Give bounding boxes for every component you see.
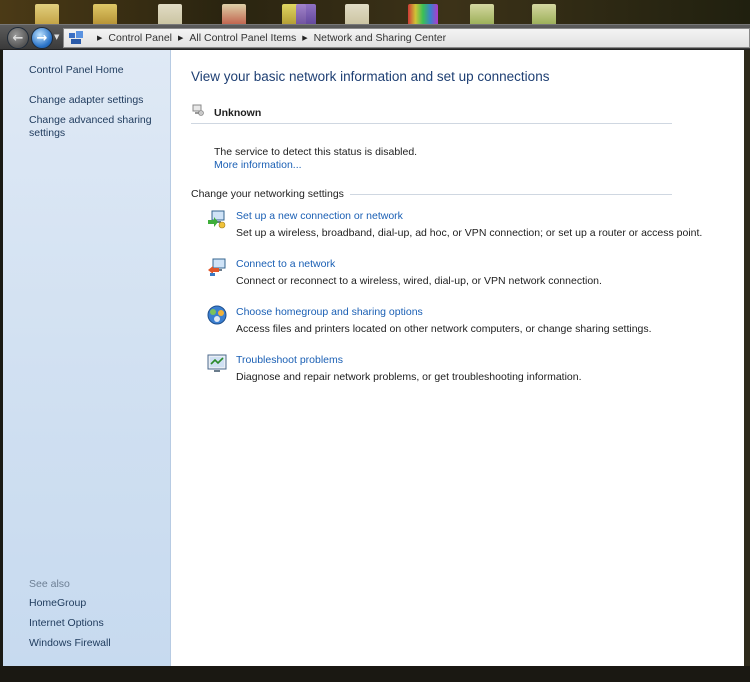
change-adapter-settings-link[interactable]: Change adapter settings	[29, 94, 159, 107]
navigation-bar: ← → ▼ ▶ Control Panel ▶ All Control Pane…	[0, 24, 750, 50]
back-arrow-icon: ←	[12, 30, 24, 46]
network-sharing-center-window: Control Panel Home Change adapter settin…	[3, 50, 750, 666]
task-troubleshoot: Troubleshoot problems Diagnose and repai…	[206, 352, 676, 384]
network-status-name: Unknown	[214, 107, 262, 119]
setup-connection-description: Set up a wireless, broadband, dial-up, a…	[236, 227, 703, 239]
window-border	[744, 50, 750, 666]
new-connection-icon	[208, 210, 226, 229]
desktop-bottom-strip	[0, 666, 750, 682]
main-content: View your basic network information and …	[171, 50, 750, 666]
task-connect-network: Connect to a network Connect or reconnec…	[206, 256, 676, 288]
homegroup-sharing-description: Access files and printers located on oth…	[236, 323, 652, 335]
network-unknown-icon	[192, 104, 204, 116]
setup-connection-link[interactable]: Set up a new connection or network	[236, 210, 403, 222]
more-information-link[interactable]: More information...	[214, 159, 302, 171]
breadcrumb-separator-icon[interactable]: ▶	[302, 34, 307, 42]
see-also-label: See also	[29, 578, 70, 590]
page-title: View your basic network information and …	[191, 69, 550, 84]
breadcrumb-network-sharing-center[interactable]: Network and Sharing Center	[314, 32, 447, 44]
status-divider	[191, 123, 672, 124]
address-bar[interactable]: ▶ Control Panel ▶ All Control Panel Item…	[63, 28, 750, 48]
connect-network-description: Connect or reconnect to a wireless, wire…	[236, 275, 602, 287]
change-advanced-sharing-link[interactable]: Change advanced sharing settings	[29, 114, 159, 140]
task-homegroup-sharing: Choose homegroup and sharing options Acc…	[206, 304, 676, 336]
homegroup-icon	[207, 305, 227, 325]
homegroup-sharing-link[interactable]: Choose homegroup and sharing options	[236, 306, 423, 318]
windows-firewall-link[interactable]: Windows Firewall	[29, 637, 159, 650]
task-setup-connection: Set up a new connection or network Set u…	[206, 208, 702, 240]
breadcrumb-control-panel[interactable]: Control Panel	[108, 32, 172, 44]
forward-arrow-icon: →	[36, 30, 48, 46]
connect-network-icon	[208, 258, 226, 276]
section-divider	[349, 193, 672, 195]
breadcrumb-all-items[interactable]: All Control Panel Items	[189, 32, 296, 44]
troubleshoot-icon	[207, 354, 227, 372]
section-heading-text: Change your networking settings	[191, 188, 344, 200]
troubleshoot-description: Diagnose and repair network problems, or…	[236, 371, 582, 383]
breadcrumb-separator-icon[interactable]: ▶	[97, 34, 102, 42]
task-sidebar: Control Panel Home Change adapter settin…	[3, 50, 171, 666]
network-status-message: The service to detect this status is dis…	[214, 146, 418, 158]
section-heading: Change your networking settings	[191, 188, 672, 200]
homegroup-link[interactable]: HomeGroup	[29, 597, 159, 610]
control-panel-icon	[67, 30, 85, 46]
troubleshoot-link[interactable]: Troubleshoot problems	[236, 354, 343, 366]
recent-pages-dropdown[interactable]: ▼	[54, 33, 59, 41]
control-panel-home-link[interactable]: Control Panel Home	[29, 64, 159, 77]
breadcrumb-separator-icon[interactable]: ▶	[178, 34, 183, 42]
connect-network-link[interactable]: Connect to a network	[236, 258, 335, 270]
internet-options-link[interactable]: Internet Options	[29, 617, 159, 630]
back-button[interactable]: ←	[7, 27, 29, 49]
forward-button[interactable]: →	[31, 27, 53, 49]
